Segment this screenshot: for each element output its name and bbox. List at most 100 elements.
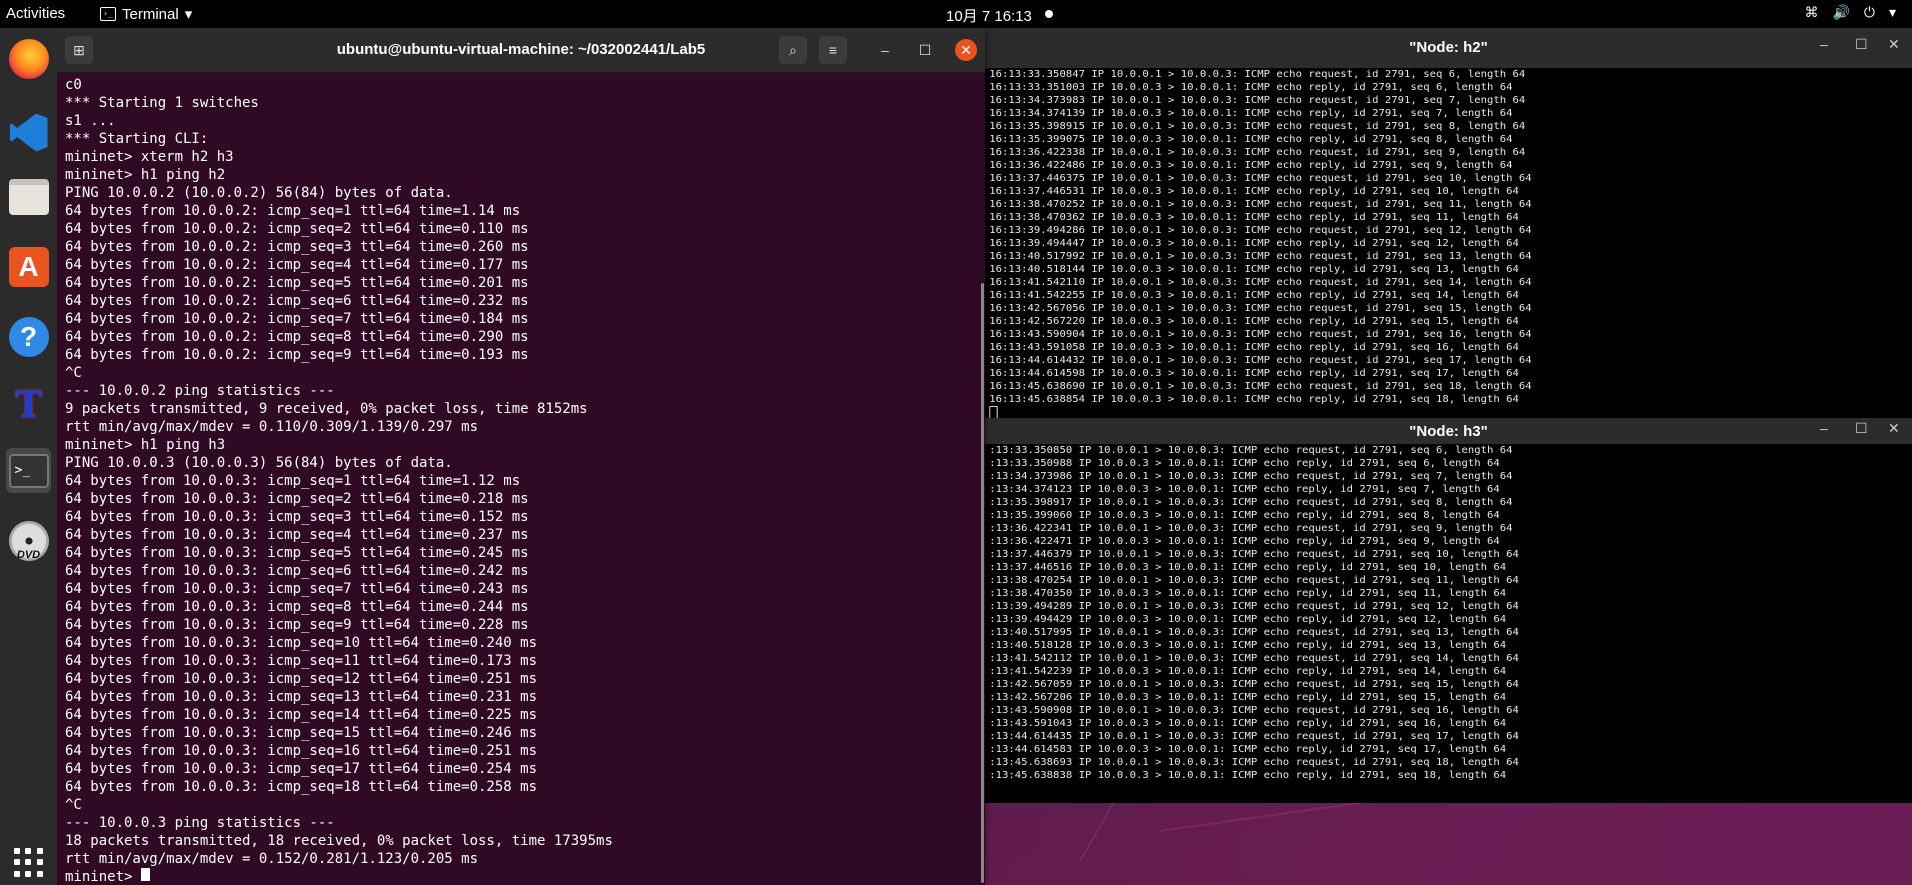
dock-app-center[interactable]: A [6,244,51,289]
terminal-line: rtt min/avg/max/mdev = 0.152/0.281/1.123… [65,851,479,867]
xterm-line: :13:44.614583 IP 10.0.0.3 > 10.0.0.1: IC… [989,744,1507,755]
close-button[interactable]: ✕ [1888,36,1900,53]
xterm-line: :13:39.494429 IP 10.0.0.3 > 10.0.0.1: IC… [989,614,1507,625]
terminal-line: --- 10.0.0.3 ping statistics --- [65,815,335,831]
xterm-title-h2: "Node: h2" [1409,39,1488,56]
terminal-line: 9 packets transmitted, 9 received, 0% pa… [65,401,588,417]
xterm-title-h3: "Node: h3" [1409,423,1488,440]
maximize-button[interactable]: ☐ [1855,36,1868,53]
prompt-line[interactable]: mininet> [65,868,965,881]
xterm-line: 16:13:37.446531 IP 10.0.0.3 > 10.0.0.1: … [989,186,1519,197]
prompt-text: mininet> [65,869,141,881]
xterm-line: 16:13:41.542110 IP 10.0.0.1 > 10.0.0.3: … [989,277,1532,288]
dvd-label: DVD [16,548,41,561]
terminal-line: 64 bytes from 10.0.0.3: icmp_seq=8 ttl=6… [65,599,529,615]
xterm-line: 16:13:40.517992 IP 10.0.0.1 > 10.0.0.3: … [989,251,1532,262]
system-tray[interactable]: ⌘ 🔊 ⏻ ▾ [1804,4,1896,21]
app-menu-terminal[interactable]: ›_ Terminal ▾ [100,5,192,23]
xterm-line: 16:13:43.590904 IP 10.0.0.1 > 10.0.0.3: … [989,329,1532,340]
dock-show-apps[interactable] [6,840,51,885]
terminal-line: 64 bytes from 10.0.0.3: icmp_seq=9 ttl=6… [65,617,529,633]
close-button[interactable]: ✕ [1888,420,1900,437]
close-button[interactable]: ✕ [955,39,977,61]
dock-terminal[interactable]: >_ [6,448,51,493]
scrollbar[interactable] [981,283,984,883]
xterm-line: 16:13:44.614432 IP 10.0.0.1 > 10.0.0.3: … [989,355,1532,366]
hamburger-icon: ≡ [828,42,838,58]
search-icon: ⌕ [789,42,797,58]
xterm-line: :13:36.422471 IP 10.0.0.3 > 10.0.0.1: IC… [989,536,1500,547]
terminal-line: 64 bytes from 10.0.0.3: icmp_seq=15 ttl=… [65,725,538,741]
xterm-line: 16:13:34.374139 IP 10.0.0.3 > 10.0.0.1: … [989,108,1513,119]
terminal-output[interactable]: c0 *** Starting 1 switches s1 ... *** Start… [65,76,965,881]
dock-dvd[interactable]: DVD [6,518,51,563]
terminal-titlebar[interactable]: ⊞ ubuntu@ubuntu-virtual-machine: ~/03200… [57,28,985,73]
dock-files[interactable] [6,174,51,219]
terminal-line: c0 [65,77,82,93]
xterm-line: 16:13:42.567220 IP 10.0.0.3 > 10.0.0.1: … [989,316,1519,327]
dock-vscode[interactable] [6,110,51,155]
xterm-line: :13:35.398917 IP 10.0.0.1 > 10.0.0.3: IC… [989,497,1513,508]
dock-help[interactable]: ? [6,314,51,359]
minimize-button[interactable]: – [873,38,897,62]
terminal-line: rtt min/avg/max/mdev = 0.110/0.309/1.139… [65,419,479,435]
xterm-line: 16:13:38.470362 IP 10.0.0.3 > 10.0.0.1: … [989,212,1519,223]
xterm-line: :13:33.350850 IP 10.0.0.1 > 10.0.0.3: IC… [989,445,1513,456]
network-icon: ⌘ [1804,4,1819,20]
terminal-line: *** Starting CLI: [65,131,209,147]
clock[interactable]: 10月 7 16:13 [946,5,1032,26]
terminal-line: 64 bytes from 10.0.0.3: icmp_seq=7 ttl=6… [65,581,529,597]
xterm-output-h3[interactable]: :13:33.350850 IP 10.0.0.1 > 10.0.0.3: IC… [985,444,1912,803]
terminal-line: s1 ... [65,113,116,129]
terminal-line: PING 10.0.0.3 (10.0.0.3) 56(84) bytes of… [65,455,453,471]
minimize-button[interactable]: – [1820,420,1828,436]
xterm-line: 16:13:36.422486 IP 10.0.0.3 > 10.0.0.1: … [989,160,1513,171]
dvd-icon: DVD [8,520,49,561]
dock-tx[interactable]: T [6,382,51,427]
terminal-line: ^C [65,797,82,813]
xterm-line: :13:44.614435 IP 10.0.0.1 > 10.0.0.3: IC… [989,731,1519,742]
terminal-line: 64 bytes from 10.0.0.2: icmp_seq=8 ttl=6… [65,329,529,345]
xterm-line: 16:13:43.591058 IP 10.0.0.3 > 10.0.0.1: … [989,342,1519,353]
xterm-line: :13:43.590908 IP 10.0.0.1 > 10.0.0.3: IC… [989,705,1519,716]
terminal-line: PING 10.0.0.2 (10.0.0.2) 56(84) bytes of… [65,185,453,201]
xterm-line: 16:13:45.638854 IP 10.0.0.3 > 10.0.0.1: … [989,394,1519,405]
xterm-line: :13:38.470350 IP 10.0.0.3 > 10.0.0.1: IC… [989,588,1507,599]
xterm-line: 16:13:40.518144 IP 10.0.0.3 > 10.0.0.1: … [989,264,1519,275]
terminal-line: *** Starting 1 switches [65,95,259,111]
minimize-button[interactable]: – [1820,36,1828,52]
app-center-icon: A [8,246,49,287]
terminal-line: 64 bytes from 10.0.0.3: icmp_seq=12 ttl=… [65,671,538,687]
chevron-down-icon: ▾ [1888,4,1896,20]
terminal-line: 64 bytes from 10.0.0.2: icmp_seq=6 ttl=6… [65,293,529,309]
xterm-line: 16:13:33.350847 IP 10.0.0.1 > 10.0.0.3: … [989,69,1526,80]
terminal-line: 64 bytes from 10.0.0.3: icmp_seq=10 ttl=… [65,635,538,651]
xterm-output-h2[interactable]: 16:13:33.350847 IP 10.0.0.1 > 10.0.0.3: … [985,68,1912,425]
maximize-button[interactable]: ☐ [1855,420,1868,437]
vscode-icon [9,113,48,152]
terminal-line: mininet> h1 ping h2 [65,167,226,183]
terminal-line: 64 bytes from 10.0.0.3: icmp_seq=2 ttl=6… [65,491,529,507]
xterm-line: 16:13:42.567056 IP 10.0.0.1 > 10.0.0.3: … [989,303,1532,314]
terminal-line: 64 bytes from 10.0.0.3: icmp_seq=11 ttl=… [65,653,538,669]
terminal-line: 64 bytes from 10.0.0.3: icmp_seq=18 ttl=… [65,779,538,795]
xterm-titlebar-h2[interactable]: "Node: h2" – ☐ ✕ [985,28,1912,68]
dock-firefox[interactable] [6,36,51,81]
search-button[interactable]: ⌕ [779,36,807,64]
terminal-line: 64 bytes from 10.0.0.3: icmp_seq=6 ttl=6… [65,563,529,579]
terminal-line: ^C [65,365,82,381]
show-apps-icon [13,847,44,878]
chevron-down-icon: ▾ [184,6,193,23]
xterm-line: 16:13:37.446375 IP 10.0.0.1 > 10.0.0.3: … [989,173,1532,184]
xterm-line: :13:40.518128 IP 10.0.0.3 > 10.0.0.1: IC… [989,640,1507,651]
terminal-line: --- 10.0.0.2 ping statistics --- [65,383,335,399]
menu-button[interactable]: ≡ [819,36,847,64]
maximize-button[interactable]: ☐ [913,38,937,62]
activities-button[interactable]: Activities [6,5,65,22]
xterm-line: :13:45.638693 IP 10.0.0.1 > 10.0.0.3: IC… [989,757,1519,768]
xterm-titlebar-h3[interactable]: "Node: h3" – ☐ ✕ [985,418,1912,444]
terminal-line: 64 bytes from 10.0.0.3: icmp_seq=14 ttl=… [65,707,538,723]
terminal-app-icon: ›_ [100,7,116,21]
xterm-line: :13:36.422341 IP 10.0.0.1 > 10.0.0.3: IC… [989,523,1513,534]
terminal-line: 64 bytes from 10.0.0.2: icmp_seq=3 ttl=6… [65,239,529,255]
